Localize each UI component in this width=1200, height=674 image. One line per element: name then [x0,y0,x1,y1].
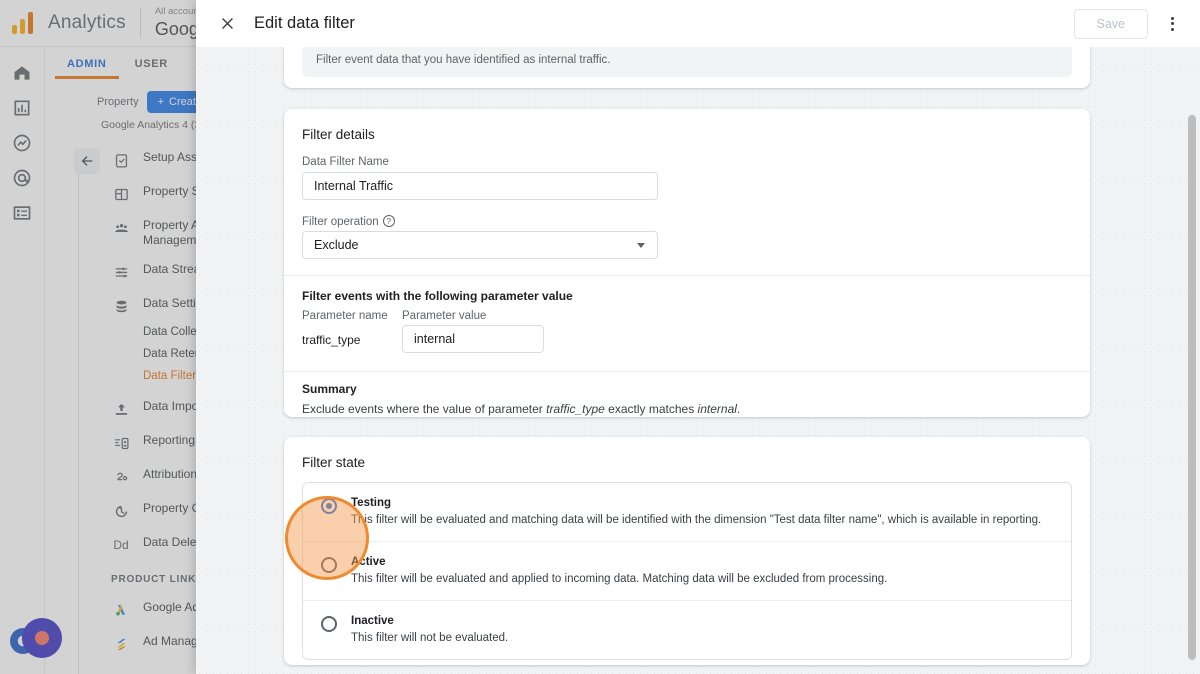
filter-operation-label: Filter operation? [302,215,395,228]
parameter-value-input[interactable]: internal [402,325,544,353]
filter-state-options: Testing This filter will be evaluated an… [302,482,1072,660]
testing-option-text: Testing This filter will be evaluated an… [351,496,1041,528]
summary-mid: exactly matches [605,402,698,416]
summary-text: Exclude events where the value of parame… [302,402,740,416]
filter-details-heading: Filter details [284,109,1090,142]
filter-type-card: Internal Traffic Filter event data that … [284,47,1090,88]
save-button[interactable]: Save [1074,9,1149,39]
inactive-description: This filter will not be evaluated. [351,630,508,646]
active-option-text: Active This filter will be evaluated and… [351,555,887,587]
filter-state-heading: Filter state [284,437,1090,470]
filter-state-card: Filter state Testing This filter will be… [284,437,1090,665]
filter-operation-label-text: Filter operation [302,216,379,228]
inactive-label: Inactive [351,614,508,629]
dialog-scrollbar[interactable] [1188,115,1196,660]
section-divider [284,275,1090,276]
more-vert-icon[interactable] [1158,10,1186,38]
testing-label: Testing [351,496,1041,511]
chevron-down-icon [637,243,645,248]
filter-state-option-inactive[interactable]: Inactive This filter will not be evaluat… [303,601,1071,659]
inactive-radio[interactable] [321,616,337,632]
filter-type-description: Filter event data that you have identifi… [316,52,1058,68]
filter-operation-value: Exclude [314,238,358,252]
data-filter-name-label: Data Filter Name [302,156,389,168]
filter-state-option-testing[interactable]: Testing This filter will be evaluated an… [303,483,1071,542]
testing-description: This filter will be evaluated and matchi… [351,512,1041,528]
active-radio[interactable] [321,557,337,573]
summary-divider [284,371,1090,372]
filter-state-option-active[interactable]: Active This filter will be evaluated and… [303,542,1071,601]
testing-radio[interactable] [321,498,337,514]
summary-prefix: Exclude events where the value of parame… [302,402,546,416]
dialog-header: Edit data filter Save [196,0,1200,47]
help-icon[interactable]: ? [383,215,395,227]
filter-type-title: Internal Traffic [316,47,1058,49]
edit-data-filter-dialog: Edit data filter Save Internal Traffic F… [196,0,1200,674]
dialog-title: Edit data filter [254,14,355,33]
parameter-name-value: traffic_type [302,333,360,347]
parameter-name-header: Parameter name [302,310,388,322]
inactive-option-text: Inactive This filter will not be evaluat… [351,614,508,646]
dialog-body: Internal Traffic Filter event data that … [196,47,1200,674]
summary-suffix: . [737,402,740,416]
filter-details-card: Filter details Data Filter Name Internal… [284,109,1090,417]
parameter-value-header: Parameter value [402,310,486,322]
filter-operation-select[interactable]: Exclude [302,231,658,259]
close-icon[interactable] [214,11,240,37]
summary-param: traffic_type [546,402,605,416]
summary-value: internal [698,402,737,416]
parameter-section-heading: Filter events with the following paramet… [302,289,573,303]
data-filter-name-input[interactable]: Internal Traffic [302,172,658,200]
active-description: This filter will be evaluated and applie… [351,571,887,587]
active-label: Active [351,555,887,570]
summary-heading: Summary [302,382,357,396]
filter-type-selected[interactable]: Internal Traffic Filter event data that … [302,47,1072,77]
